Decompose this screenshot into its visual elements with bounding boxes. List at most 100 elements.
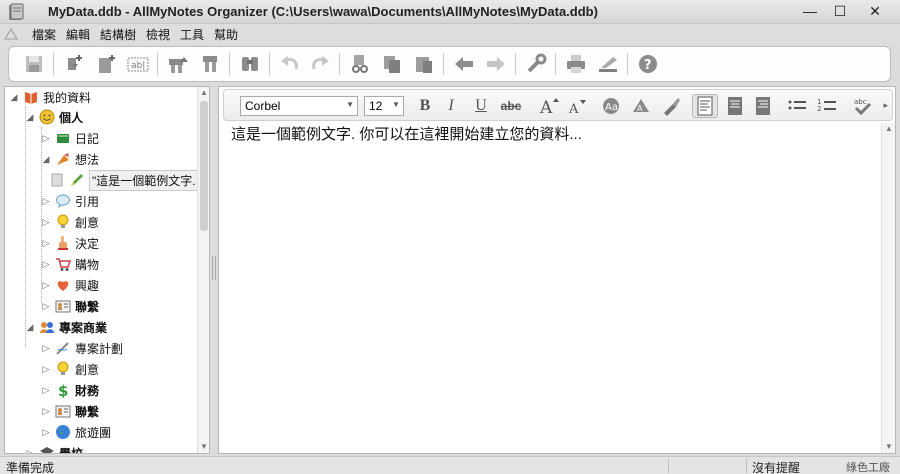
school-icon [39, 445, 55, 453]
copy-icon[interactable] [379, 51, 405, 77]
expand-icon[interactable]: ▷ [41, 385, 51, 395]
editor-content[interactable]: 這是一個範例文字. 你可以在這裡開始建立您的資料... [231, 123, 582, 144]
clear-format-icon[interactable] [658, 94, 684, 118]
speech-bubble-icon [55, 193, 71, 209]
text-color-icon[interactable]: Aa [598, 94, 624, 118]
tree-item-business-creative[interactable]: ▷ 創意 [41, 359, 99, 379]
cut-icon[interactable] [347, 51, 373, 77]
status-text: 準備完成 [6, 461, 55, 474]
tree-root[interactable]: ◢ 我的資料 [9, 87, 91, 107]
tree-item-project-plan[interactable]: ▷ 專案計劃 [41, 338, 123, 358]
expand-icon[interactable]: ▷ [41, 301, 51, 311]
menu-tree[interactable]: 結構樹 [100, 26, 136, 43]
undo-icon[interactable] [277, 51, 303, 77]
tree-item-school[interactable]: ▷ 學校 [25, 443, 83, 454]
tree-item-finance[interactable]: ▷ $ 財務 [41, 380, 99, 400]
collapse-icon[interactable]: ◢ [25, 322, 35, 332]
tree-pane: ◢ 我的資料 ◢ 個人 ▷ 日記 ◢ 想法 "這是一個範例文字. ▷ 引用 ▷ … [4, 86, 210, 454]
align-right-icon[interactable] [750, 94, 776, 118]
reminder-status[interactable]: 沒有提醒 [752, 459, 800, 474]
tree-item-ideas[interactable]: ◢ 想法 [41, 149, 99, 169]
new-note-icon[interactable] [93, 51, 119, 77]
menu-edit[interactable]: 編輯 [66, 26, 90, 43]
tree-item-diary[interactable]: ▷ 日記 [41, 128, 99, 148]
strikethrough-button[interactable]: abc [498, 94, 524, 118]
settings-icon[interactable] [523, 51, 549, 77]
size-select[interactable]: 12 ▼ [364, 96, 404, 116]
toolbar-overflow-icon[interactable]: ▸ [883, 100, 888, 111]
tree-item-decisions[interactable]: ▷ 決定 [41, 233, 99, 253]
menu-file[interactable]: 檔案 [32, 26, 56, 43]
font-select[interactable]: Corbel ▼ [240, 96, 358, 116]
svg-text:?: ? [644, 58, 652, 73]
expand-icon[interactable]: ▷ [41, 259, 51, 269]
maximize-button[interactable]: ☐ [826, 0, 854, 22]
tree-item-creative[interactable]: ▷ 創意 [41, 212, 99, 232]
expand-icon[interactable]: ▷ [41, 217, 51, 227]
print-icon[interactable] [563, 51, 589, 77]
align-left-icon[interactable] [692, 94, 718, 118]
align-center-icon[interactable] [722, 94, 748, 118]
scroll-down-icon[interactable]: ▼ [882, 441, 896, 453]
redo-icon[interactable] [307, 51, 333, 77]
bold-button[interactable]: B [412, 94, 438, 118]
menu-tools[interactable]: 工具 [180, 26, 204, 43]
tree-item-business-contacts[interactable]: ▷ 聯繫 [41, 401, 99, 421]
collapse-icon[interactable]: ◢ [41, 154, 51, 164]
scroll-up-icon[interactable]: ▲ [882, 123, 896, 135]
scroll-up-icon[interactable]: ▲ [198, 87, 209, 99]
tree-item-business[interactable]: ◢ 專案商業 [25, 317, 107, 337]
tree-item-personal[interactable]: ◢ 個人 [25, 107, 83, 127]
splitter-grip[interactable] [212, 256, 216, 280]
minimize-button[interactable]: — [796, 0, 824, 22]
contact-card-icon [55, 403, 71, 419]
editor-pane: Corbel ▼ 12 ▼ B I U abc A A Aa A 12 abc … [218, 86, 896, 454]
menu-view[interactable]: 檢視 [146, 26, 170, 43]
tree-item-hobbies[interactable]: ▷ 興趣 [41, 275, 99, 295]
tree-item-contacts[interactable]: ▷ 聯繫 [41, 296, 99, 316]
expand-icon[interactable]: ▷ [41, 280, 51, 290]
expand-icon[interactable]: ▷ [41, 406, 51, 416]
move-up-icon[interactable] [165, 51, 191, 77]
italic-button[interactable]: I [438, 94, 464, 118]
scroll-down-icon[interactable]: ▼ [198, 441, 209, 453]
editor-scrollbar[interactable]: ▲ ▼ [881, 123, 895, 453]
tree-scrollbar[interactable]: ▲ ▼ [197, 87, 209, 453]
rename-icon[interactable]: ab| [125, 51, 151, 77]
increase-font-size-icon[interactable]: A [536, 94, 562, 118]
tree-item-sample-note[interactable]: "這是一個範例文字. [49, 169, 199, 191]
numbered-list-icon[interactable]: 12 [814, 94, 840, 118]
bullet-list-icon[interactable] [784, 94, 810, 118]
expand-icon[interactable]: ▷ [41, 427, 51, 437]
tree-item-label: 財務 [75, 383, 100, 398]
expand-icon[interactable]: ▷ [41, 196, 51, 206]
back-icon[interactable] [451, 51, 477, 77]
tree-item-label: 專案商業 [59, 320, 108, 335]
move-down-icon[interactable] [197, 51, 223, 77]
save-icon[interactable] [21, 51, 47, 77]
tree-item-quotes[interactable]: ▷ 引用 [41, 191, 99, 211]
collapse-icon[interactable]: ◢ [9, 92, 19, 102]
highlight-color-icon[interactable]: A [628, 94, 654, 118]
pane-splitter[interactable] [210, 86, 218, 454]
expand-icon[interactable]: ▷ [41, 238, 51, 248]
tree-scroll-thumb[interactable] [200, 101, 208, 231]
expand-icon[interactable]: ▷ [25, 448, 35, 454]
menu-help[interactable]: 幫助 [214, 26, 238, 43]
expand-icon[interactable]: ▷ [41, 133, 51, 143]
scanner-icon[interactable] [595, 51, 621, 77]
help-icon[interactable]: ? [635, 51, 661, 77]
decrease-font-size-icon[interactable]: A [564, 94, 590, 118]
spell-check-icon[interactable]: abc [850, 94, 876, 118]
collapse-icon[interactable]: ◢ [25, 112, 35, 122]
expand-icon[interactable]: ▷ [41, 343, 51, 353]
expand-icon[interactable]: ▷ [41, 364, 51, 374]
new-child-note-icon[interactable] [61, 51, 87, 77]
close-button[interactable]: ✕ [861, 0, 889, 22]
underline-button[interactable]: U [468, 94, 494, 118]
forward-icon[interactable] [483, 51, 509, 77]
tree-item-shopping[interactable]: ▷ 購物 [41, 254, 99, 274]
paste-icon[interactable] [411, 51, 437, 77]
find-icon[interactable] [237, 51, 263, 77]
tree-item-tour[interactable]: ▷ 旅遊團 [41, 422, 111, 442]
